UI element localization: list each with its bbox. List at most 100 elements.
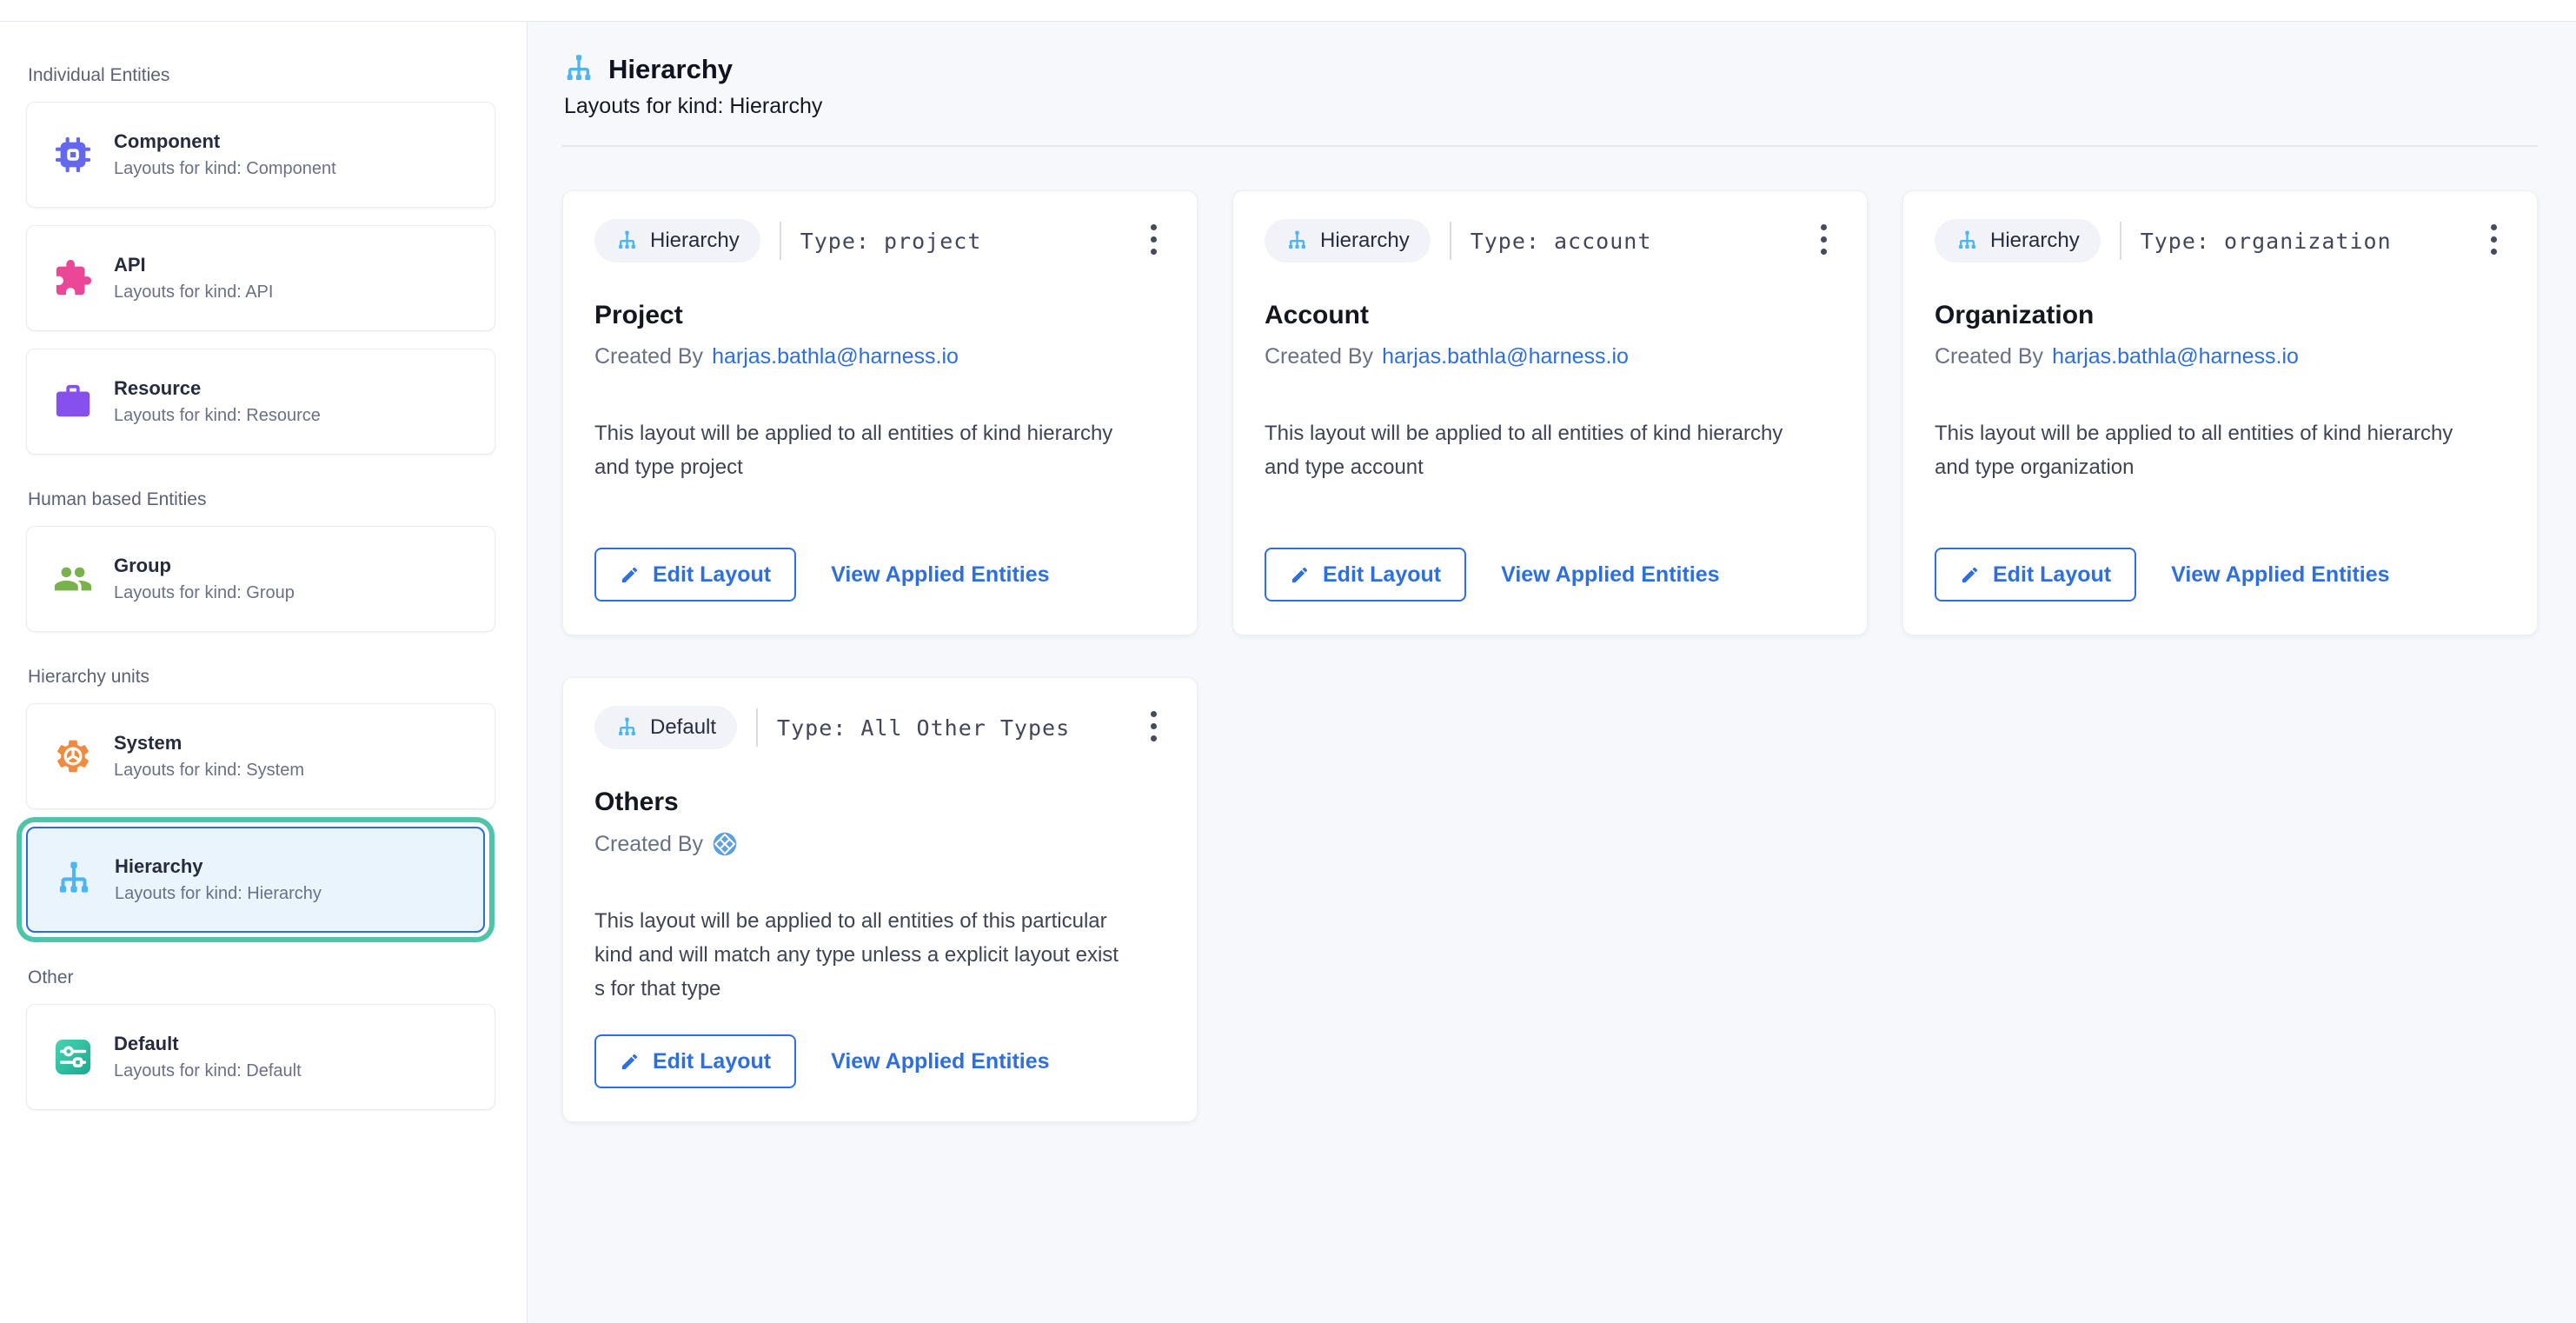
sidebar-item-title: System xyxy=(114,732,304,755)
sidebar-item-title: Resource xyxy=(114,377,321,400)
kind-badge-label: Hierarchy xyxy=(650,229,740,253)
sidebar-section-other: Other Default Layouts for kind: Default xyxy=(26,967,495,1110)
sidebar-item-group[interactable]: Group Layouts for kind: Group xyxy=(26,526,495,632)
sidebar-item-title: API xyxy=(114,254,273,276)
badge-type-divider xyxy=(756,708,758,747)
section-label: Hierarchy units xyxy=(28,667,495,688)
type-label: Type: All Other Types xyxy=(777,715,1070,741)
kind-badge-label: Hierarchy xyxy=(1320,229,1410,253)
created-by-row: Created By harjas.bathla@harness.io xyxy=(594,344,1164,369)
sidebar-item-text: API Layouts for kind: API xyxy=(114,254,273,302)
card-title: Others xyxy=(594,788,1164,817)
card-actions: Edit Layout View Applied Entities xyxy=(594,1034,1164,1088)
system-icon xyxy=(53,736,93,776)
view-applied-entities-link[interactable]: View Applied Entities xyxy=(831,562,1049,588)
view-applied-entities-link[interactable]: View Applied Entities xyxy=(2171,562,2389,588)
card-title: Organization xyxy=(1935,301,2504,330)
sidebar-item-hierarchy[interactable]: Hierarchy Layouts for kind: Hierarchy xyxy=(26,827,485,933)
app-root: Individual Entities Component Layouts fo… xyxy=(0,0,2576,1323)
header-divider xyxy=(562,145,2538,147)
sidebar-item-text: Resource Layouts for kind: Resource xyxy=(114,377,321,426)
pencil-icon xyxy=(1290,565,1310,585)
sidebar-section-individual: Individual Entities Component Layouts fo… xyxy=(26,65,495,455)
edit-layout-button[interactable]: Edit Layout xyxy=(594,548,796,602)
created-by-label: Created By xyxy=(594,344,703,369)
view-applied-entities-link[interactable]: View Applied Entities xyxy=(831,1049,1049,1074)
created-by-link[interactable]: harjas.bathla@harness.io xyxy=(2052,344,2299,369)
sidebar-item-text: Group Layouts for kind: Group xyxy=(114,555,295,603)
card-description: This layout will be applied to all entit… xyxy=(594,416,1164,484)
section-label: Other xyxy=(28,967,495,988)
card-top-row: Hierarchy Type: account xyxy=(1265,219,1834,263)
hierarchy-icon xyxy=(615,716,639,740)
sidebar-item-text: Default Layouts for kind: Default xyxy=(114,1033,302,1081)
badge-type-divider xyxy=(1450,222,1451,260)
pencil-icon xyxy=(1960,565,1980,585)
badge-type-divider xyxy=(2120,222,2121,260)
sidebar-item-system[interactable]: System Layouts for kind: System xyxy=(26,703,495,809)
card-description: This layout will be applied to all entit… xyxy=(1935,416,2504,484)
created-by-label: Created By xyxy=(594,832,703,857)
view-applied-entities-link[interactable]: View Applied Entities xyxy=(1501,562,1719,588)
kind-badge: Hierarchy xyxy=(1265,219,1431,263)
pencil-icon xyxy=(620,1052,640,1072)
sidebar-item-title: Group xyxy=(114,555,295,577)
card-menu-kebab-icon[interactable] xyxy=(2486,219,2502,260)
card-description: This layout will be applied to all entit… xyxy=(1265,416,1834,484)
card-title: Project xyxy=(594,301,1164,330)
card-menu-kebab-icon[interactable] xyxy=(1145,706,1162,747)
main-header: Hierarchy xyxy=(562,53,2538,86)
card-actions: Edit Layout View Applied Entities xyxy=(1265,548,1834,602)
component-icon xyxy=(53,135,93,175)
section-label: Human based Entities xyxy=(28,489,495,510)
edit-layout-button[interactable]: Edit Layout xyxy=(594,1034,796,1088)
sidebar: Individual Entities Component Layouts fo… xyxy=(0,22,528,1323)
sidebar-item-subtitle: Layouts for kind: Component xyxy=(114,159,336,179)
kind-badge: Hierarchy xyxy=(594,219,760,263)
harness-avatar-icon xyxy=(712,831,738,857)
page-title: Hierarchy xyxy=(608,54,733,85)
type-label: Type: organization xyxy=(2141,229,2392,254)
hierarchy-icon xyxy=(562,53,595,86)
resource-icon xyxy=(53,382,93,422)
created-by-link[interactable]: harjas.bathla@harness.io xyxy=(1382,344,1629,369)
sidebar-item-title: Component xyxy=(114,130,336,153)
kind-badge-label: Default xyxy=(650,715,716,740)
sidebar-item-subtitle: Layouts for kind: Default xyxy=(114,1061,302,1081)
layout-card-others: Default Type: All Other Types Others Cre… xyxy=(562,677,1198,1122)
main-panel: Hierarchy Layouts for kind: Hierarchy Hi… xyxy=(528,22,2576,1323)
created-by-row: Created By harjas.bathla@harness.io xyxy=(1265,344,1834,369)
edit-layout-button[interactable]: Edit Layout xyxy=(1265,548,1466,602)
sidebar-item-resource[interactable]: Resource Layouts for kind: Resource xyxy=(26,349,495,455)
hierarchy-icon xyxy=(1285,229,1309,253)
sidebar-item-title: Hierarchy xyxy=(115,855,322,878)
card-title: Account xyxy=(1265,301,1834,330)
card-description: This layout will be applied to all entit… xyxy=(594,904,1164,1006)
sidebar-item-title: Default xyxy=(114,1033,302,1055)
hierarchy-icon xyxy=(615,229,639,253)
edit-layout-button[interactable]: Edit Layout xyxy=(1935,548,2136,602)
created-by-link[interactable]: harjas.bathla@harness.io xyxy=(712,344,959,369)
card-top-row: Default Type: All Other Types xyxy=(594,706,1164,749)
created-by-label: Created By xyxy=(1265,344,1373,369)
sidebar-item-subtitle: Layouts for kind: Hierarchy xyxy=(115,884,322,904)
sidebar-item-text: Hierarchy Layouts for kind: Hierarchy xyxy=(115,855,322,904)
layout-cards-grid: Hierarchy Type: project Project Created … xyxy=(562,190,2538,1122)
sidebar-section-hierarchy-units: Hierarchy units System Layouts for kind:… xyxy=(26,667,495,933)
created-by-label: Created By xyxy=(1935,344,2043,369)
layout-card-project: Hierarchy Type: project Project Created … xyxy=(562,190,1198,635)
pencil-icon xyxy=(620,565,640,585)
content-row: Individual Entities Component Layouts fo… xyxy=(0,22,2576,1323)
api-icon xyxy=(53,258,93,298)
card-menu-kebab-icon[interactable] xyxy=(1816,219,1832,260)
card-menu-kebab-icon[interactable] xyxy=(1145,219,1162,260)
kind-badge: Default xyxy=(594,706,737,749)
sidebar-item-text: Component Layouts for kind: Component xyxy=(114,130,336,179)
section-label: Individual Entities xyxy=(28,65,495,86)
card-actions: Edit Layout View Applied Entities xyxy=(594,548,1164,602)
sidebar-item-subtitle: Layouts for kind: Resource xyxy=(114,406,321,426)
layout-card-account: Hierarchy Type: account Account Created … xyxy=(1232,190,1868,635)
sidebar-item-default[interactable]: Default Layouts for kind: Default xyxy=(26,1004,495,1110)
sidebar-item-component[interactable]: Component Layouts for kind: Component xyxy=(26,102,495,208)
sidebar-item-api[interactable]: API Layouts for kind: API xyxy=(26,225,495,331)
